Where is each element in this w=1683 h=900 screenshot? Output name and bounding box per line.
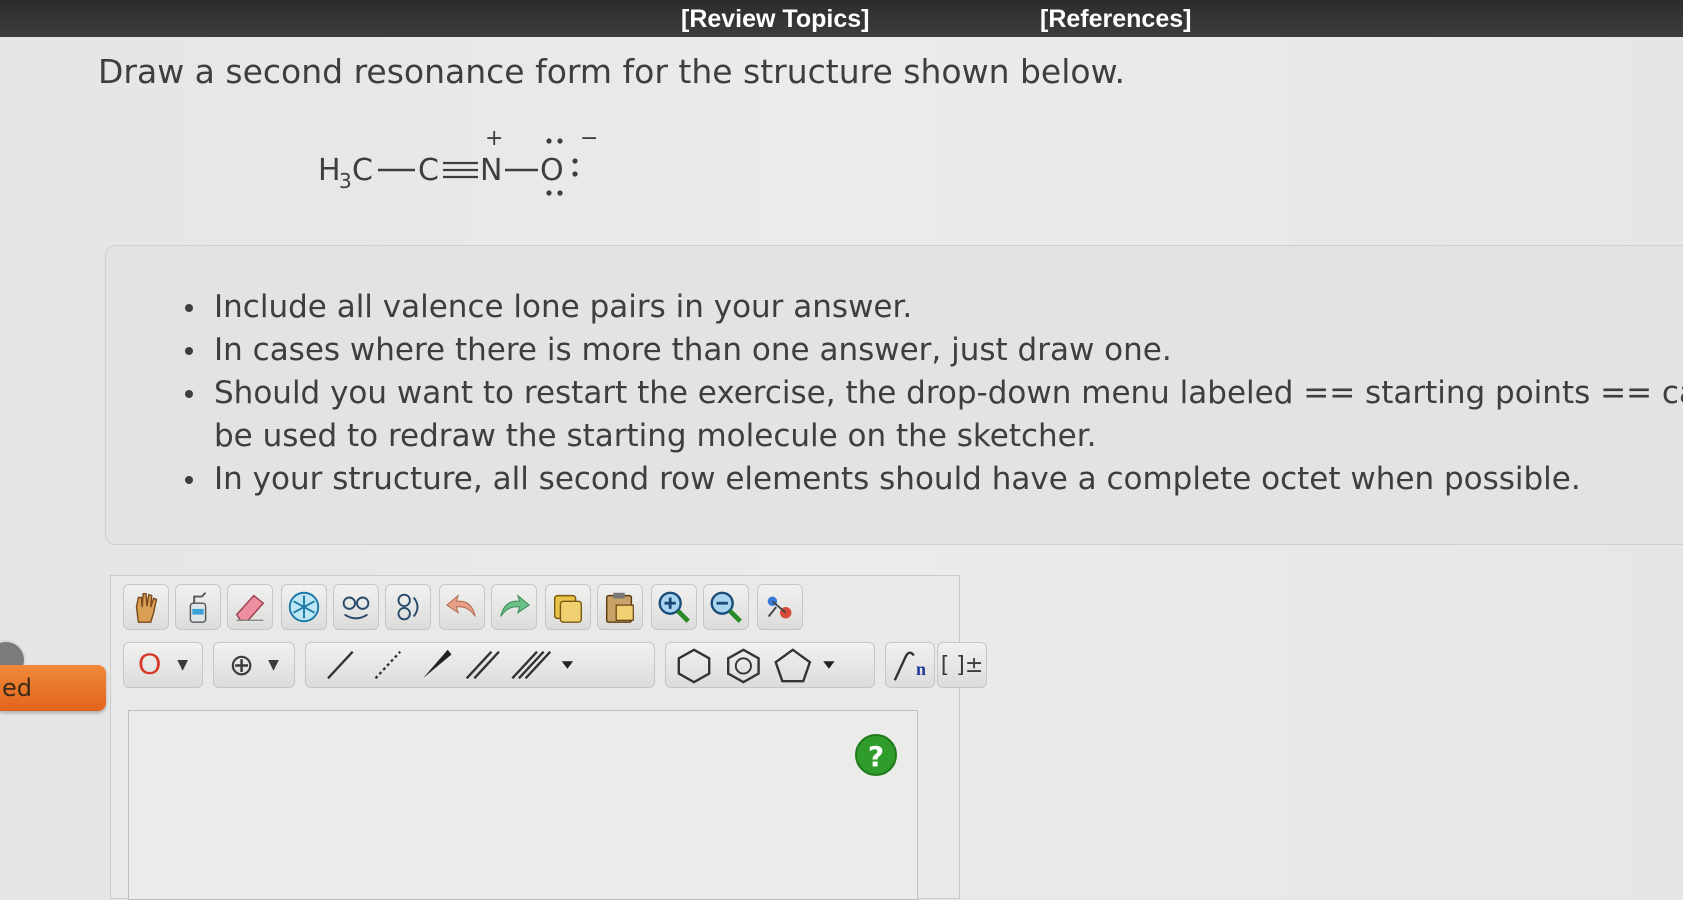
nitrile-carbon: C (418, 153, 439, 188)
triple-bond-icon (511, 650, 538, 680)
instructions-box: Include all valence lone pairs in your a… (105, 245, 1683, 545)
copy-button[interactable] (545, 584, 591, 630)
lone-pair-dot (572, 158, 578, 164)
atom-selector-dropdown[interactable]: O ▼ (123, 642, 203, 688)
paste-icon (605, 592, 634, 623)
spray-bottle-icon (189, 592, 207, 623)
cyclopentane-icon (774, 648, 812, 683)
hand-tool-button[interactable] (123, 584, 169, 630)
eraser-icon (235, 594, 265, 622)
clean-structure-button[interactable] (333, 584, 379, 630)
cyclohexane-icon (677, 648, 711, 684)
oxygen-charge: − (580, 128, 598, 151)
instruction-item: Include all valence lone pairs in your a… (184, 286, 912, 329)
charge-plus-icon: ⊕ (229, 647, 255, 683)
instruction-item: Should you want to restart the exercise,… (185, 372, 1683, 415)
lone-pair-dot (572, 171, 578, 177)
nitrogen-atom: N (480, 153, 502, 188)
references-link[interactable]: [References] (1040, 5, 1191, 34)
oxygen-atom: O (540, 153, 564, 188)
paste-button[interactable] (597, 584, 643, 630)
molecule-structure: H 3 C C N + O − (318, 128, 598, 196)
single-bond-icon (327, 650, 354, 680)
spray-tool-button[interactable] (175, 584, 221, 630)
undo-icon (446, 594, 476, 617)
instruction-item-continued: be used to redraw the starting molecule … (214, 418, 1097, 454)
rotate-structure-icon (397, 593, 419, 621)
question-prompt: Draw a second resonance form for the str… (98, 52, 1126, 91)
atom-properties-button[interactable] (757, 584, 803, 630)
bond-tools-group (305, 642, 655, 688)
lone-pair-dot (557, 138, 563, 144)
chevron-down-icon: ▼ (268, 657, 279, 673)
chevron-down-icon (561, 661, 574, 669)
lone-pair-dot (557, 190, 563, 196)
review-topics-link[interactable]: [Review Topics] (681, 5, 869, 34)
redo-button[interactable] (491, 584, 537, 630)
bracket-charge-button[interactable]: [ ]± (937, 642, 987, 688)
hashed-bond-icon (374, 650, 402, 680)
rotate-structure-button[interactable] (385, 584, 431, 630)
redo-icon (500, 594, 530, 617)
charge-selector-dropdown[interactable]: ⊕ ▼ (213, 642, 295, 688)
sgroup-button[interactable]: n (885, 642, 935, 688)
top-bar: [Review Topics] [References] (0, 0, 1683, 37)
clean-structure-icon (342, 596, 370, 620)
instruction-item: In cases where there is more than one an… (185, 329, 1172, 372)
eraser-button[interactable] (227, 584, 273, 630)
sgroup-subscript: n (916, 659, 927, 679)
help-icon[interactable]: ? (855, 734, 897, 776)
ring-tools-group (665, 642, 875, 688)
undo-button[interactable] (439, 584, 485, 630)
nitrogen-charge: + (485, 128, 503, 151)
bond-tools-icons (327, 649, 574, 680)
zoom-out-icon (710, 591, 742, 623)
zoom-in-button[interactable] (651, 584, 697, 630)
chevron-down-icon (823, 661, 835, 669)
zoom-out-button[interactable] (703, 584, 749, 630)
lone-pair-dot (546, 190, 552, 196)
methyl-carbon: C (352, 153, 373, 188)
ring-template-button[interactable] (281, 584, 327, 630)
atom-symbol: O (137, 648, 162, 681)
side-orange-button[interactable]: ed (0, 665, 106, 711)
ring-tools-icons (677, 648, 835, 684)
methyl-subscript: 3 (339, 169, 352, 193)
bracket-charge-icon: [ ]± (940, 652, 984, 678)
methyl-group: H (318, 153, 341, 188)
atom-properties-icon (767, 596, 792, 619)
lone-pair-dot (546, 138, 552, 144)
ring-template-icon (288, 591, 320, 623)
drawing-canvas[interactable] (128, 710, 918, 900)
benzene-icon (727, 648, 760, 684)
zoom-in-icon (658, 591, 690, 623)
wedge-bond-icon (423, 649, 452, 679)
hand-icon (135, 592, 158, 623)
instruction-item: In your structure, all second row elemen… (185, 458, 1581, 501)
chevron-down-icon: ▼ (177, 657, 189, 673)
copy-icon (553, 594, 583, 623)
